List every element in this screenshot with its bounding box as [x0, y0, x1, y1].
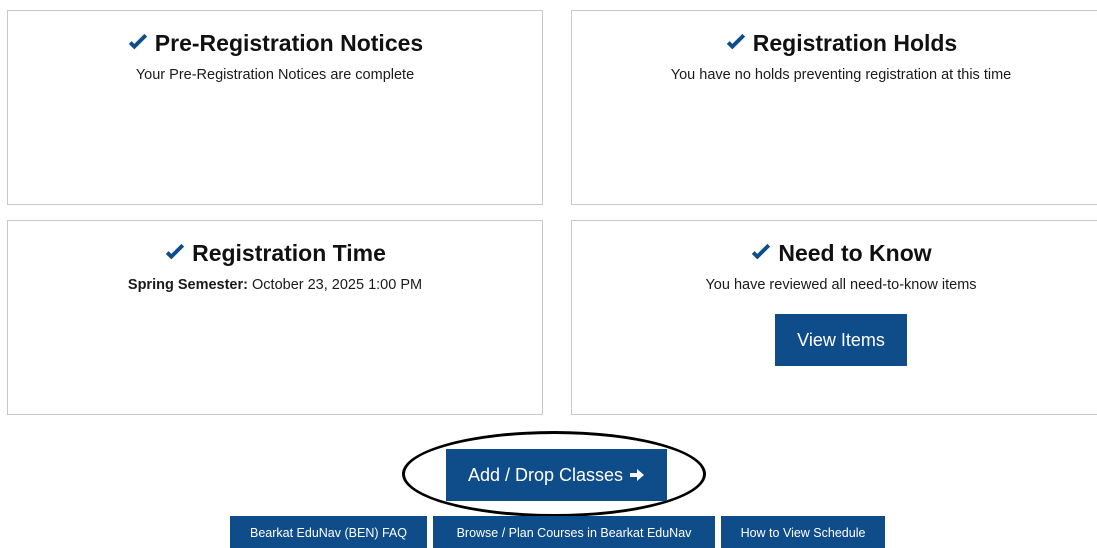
need-to-know-title: Need to Know	[572, 239, 1097, 267]
card-title-text: Pre-Registration Notices	[154, 30, 424, 56]
add-drop-classes-button[interactable]: Add / Drop Classes	[446, 449, 667, 501]
term-value: October 23, 2025 1:00 PM	[247, 277, 423, 293]
pre-registration-notices-title: Pre-Registration Notices	[8, 29, 542, 57]
registration-holds-card: Registration Holds You have no holds pre…	[571, 10, 1097, 205]
card-title-text: Registration Time	[192, 240, 386, 266]
term-label: Spring Semester:	[127, 277, 248, 293]
registration-holds-status: You have no holds preventing registratio…	[670, 67, 1012, 83]
registration-time-detail: Spring Semester: October 23, 2025 1:00 P…	[8, 276, 542, 294]
need-to-know-status: You have reviewed all need-to-know items	[705, 277, 977, 293]
bearkat-edunav-faq-button[interactable]: Bearkat EduNav (BEN) FAQ	[230, 516, 427, 548]
card-title-text: Need to Know	[778, 240, 932, 266]
registration-time-title: Registration Time	[8, 239, 542, 267]
pre-registration-notices-card: Pre-Registration Notices Your Pre-Regist…	[7, 10, 543, 205]
registration-holds-title: Registration Holds	[572, 29, 1097, 57]
check-icon	[726, 33, 745, 50]
check-icon	[165, 243, 185, 260]
check-icon	[752, 243, 771, 260]
add-drop-classes-label: Add / Drop Classes	[467, 464, 624, 485]
pre-registration-notices-status: Your Pre-Registration Notices are comple…	[135, 67, 415, 83]
card-title-text: Registration Holds	[752, 30, 958, 56]
arrow-right-icon	[630, 469, 645, 481]
browse-plan-courses-button[interactable]: Browse / Plan Courses in Bearkat EduNav	[433, 516, 715, 548]
registration-time-card: Registration Time Spring Semester: Octob…	[7, 220, 543, 415]
need-to-know-card: Need to Know You have reviewed all need-…	[571, 220, 1097, 415]
view-schedule-button[interactable]: How to View Schedule	[721, 516, 885, 548]
check-icon	[128, 33, 147, 50]
view-items-button[interactable]: View Items	[775, 314, 907, 366]
